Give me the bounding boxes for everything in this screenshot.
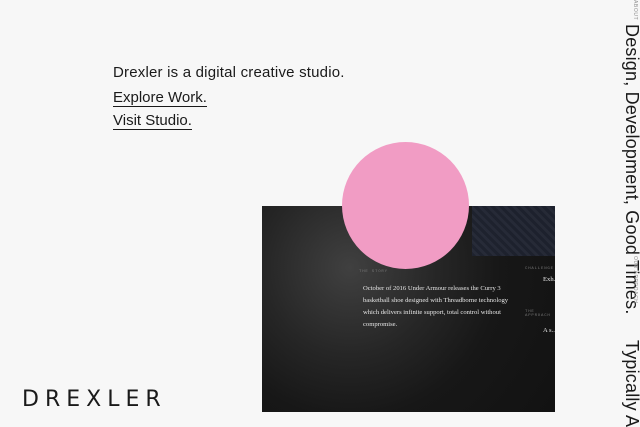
pink-circle-graphic xyxy=(342,142,469,269)
story-text: October of 2016 Under Armour releases th… xyxy=(363,285,509,328)
challenge-text: Exh... prev... xyxy=(543,276,555,283)
approach-vertical-text: Typically A xyxy=(622,340,640,427)
visit-studio-link[interactable]: Visit Studio. xyxy=(113,113,192,130)
tagline: Drexler is a digital creative studio. xyxy=(113,64,345,81)
approach-section-label: OUR APPROACH xyxy=(632,256,638,304)
approach-text: A s... sho... desi... focu... xyxy=(543,327,555,334)
drexler-logo[interactable]: DREXLER xyxy=(22,387,167,412)
story-label: THE STORY xyxy=(359,270,388,274)
explore-work-link[interactable]: Explore Work. xyxy=(113,90,207,107)
challenge-label: CHALLENGE xyxy=(525,267,554,271)
approach-label: THE APPROACH xyxy=(525,310,551,318)
about-section-label: ABOUT xyxy=(632,0,638,21)
